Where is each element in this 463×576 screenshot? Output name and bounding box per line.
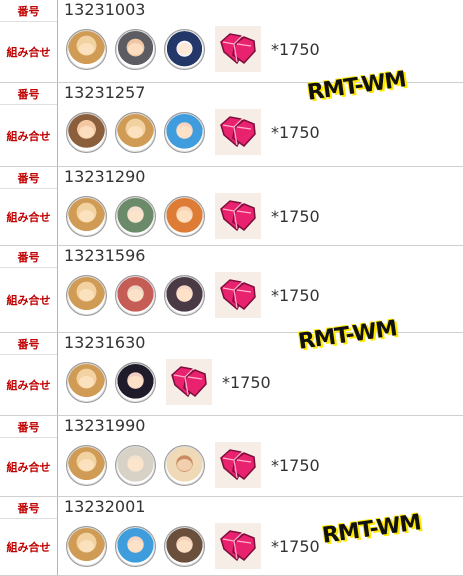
account-number: 13231290 [64,167,146,186]
gem-icon [215,26,261,72]
number-label: 番号 [0,0,57,22]
blue-sprite-avatar [164,111,205,153]
account-number: 13231630 [64,333,146,352]
account-number: 13231003 [64,0,146,19]
number-label: 番号 [0,83,57,105]
number-label: 番号 [0,497,57,519]
combination-label: 組み合せ [6,46,51,59]
blue-sprite-avatar [115,525,156,567]
gem-quantity: *1750 [271,285,320,305]
flower-shrine-avatar [115,274,156,316]
account-block-5: 番号 組み合せ 13231630 *1750 [0,333,463,416]
number-label: 番号 [0,333,57,355]
combination-label: 組み合せ [6,541,51,554]
number-label: 番号 [0,416,57,438]
cat-knight-avatar [66,274,107,316]
cat-knight-avatar [66,525,107,567]
cat-knight-avatar [66,28,107,70]
account-block-2: 番号 組み合せ 13231257 *1750 [0,83,463,167]
account-list: 番号 組み合せ 13231003 *1750 番号 組み合せ 13231257 … [0,0,463,576]
combination: *1750 [66,109,320,155]
brown-hair-avatar [66,111,107,153]
account-number: 13231257 [64,83,146,102]
combination-label: 組み合せ [6,379,51,392]
gem-icon [166,359,212,405]
combination-label: 組み合せ [6,129,51,143]
cat-knight-avatar [66,444,107,486]
combination: *1750 [66,359,271,405]
green-elf-avatar [115,195,156,237]
gem-quantity: *1750 [222,372,271,392]
label-column: 番号 組み合せ [0,416,58,496]
cat-knight-avatar [66,195,107,237]
gem-icon [215,193,261,239]
label-column: 番号 組み合せ [0,497,58,575]
gem-quantity: *1750 [271,39,320,59]
combination-label: 組み合せ [6,211,51,224]
gem-quantity: *1750 [271,455,320,475]
combination: *1750 [66,272,320,318]
account-number: 13232001 [64,497,146,516]
gem-quantity: *1750 [271,206,320,226]
gem-icon [215,442,261,488]
gem-icon [215,109,261,155]
account-number: 13231596 [64,246,146,265]
tan-girl-avatar [164,444,205,486]
account-block-6: 番号 組み合せ 13231990 *1750 [0,416,463,497]
combination: *1750 [66,193,320,239]
label-column: 番号 組み合せ [0,333,58,415]
cat-knight-avatar [66,361,107,403]
gem-quantity: *1750 [271,122,320,142]
number-label: 番号 [0,246,57,268]
label-column: 番号 組み合せ [0,167,58,245]
brown-girl-avatar [164,525,205,567]
skull-mage-avatar [164,28,205,70]
combination: *1750 [66,442,320,488]
cat-knight-avatar [115,111,156,153]
label-column: 番号 組み合せ [0,0,58,82]
crown-king-avatar [115,28,156,70]
combination: *1750 [66,523,320,569]
account-number: 13231990 [64,416,146,435]
number-label: 番号 [0,167,57,189]
combination: *1750 [66,26,320,72]
label-column: 番号 組み合せ [0,246,58,332]
gem-quantity: *1750 [271,536,320,556]
gem-icon [215,523,261,569]
orange-girl-avatar [164,195,205,237]
combination-label: 組み合せ [6,461,51,474]
white-beard-avatar [115,444,156,486]
gem-icon [215,272,261,318]
combination-label: 組み合せ [6,294,51,307]
account-block-3: 番号 組み合せ 13231290 *1750 [0,167,463,246]
label-column: 番号 組み合せ [0,83,58,166]
rabbit-girl-avatar [164,274,205,316]
black-hair-avatar [115,361,156,403]
